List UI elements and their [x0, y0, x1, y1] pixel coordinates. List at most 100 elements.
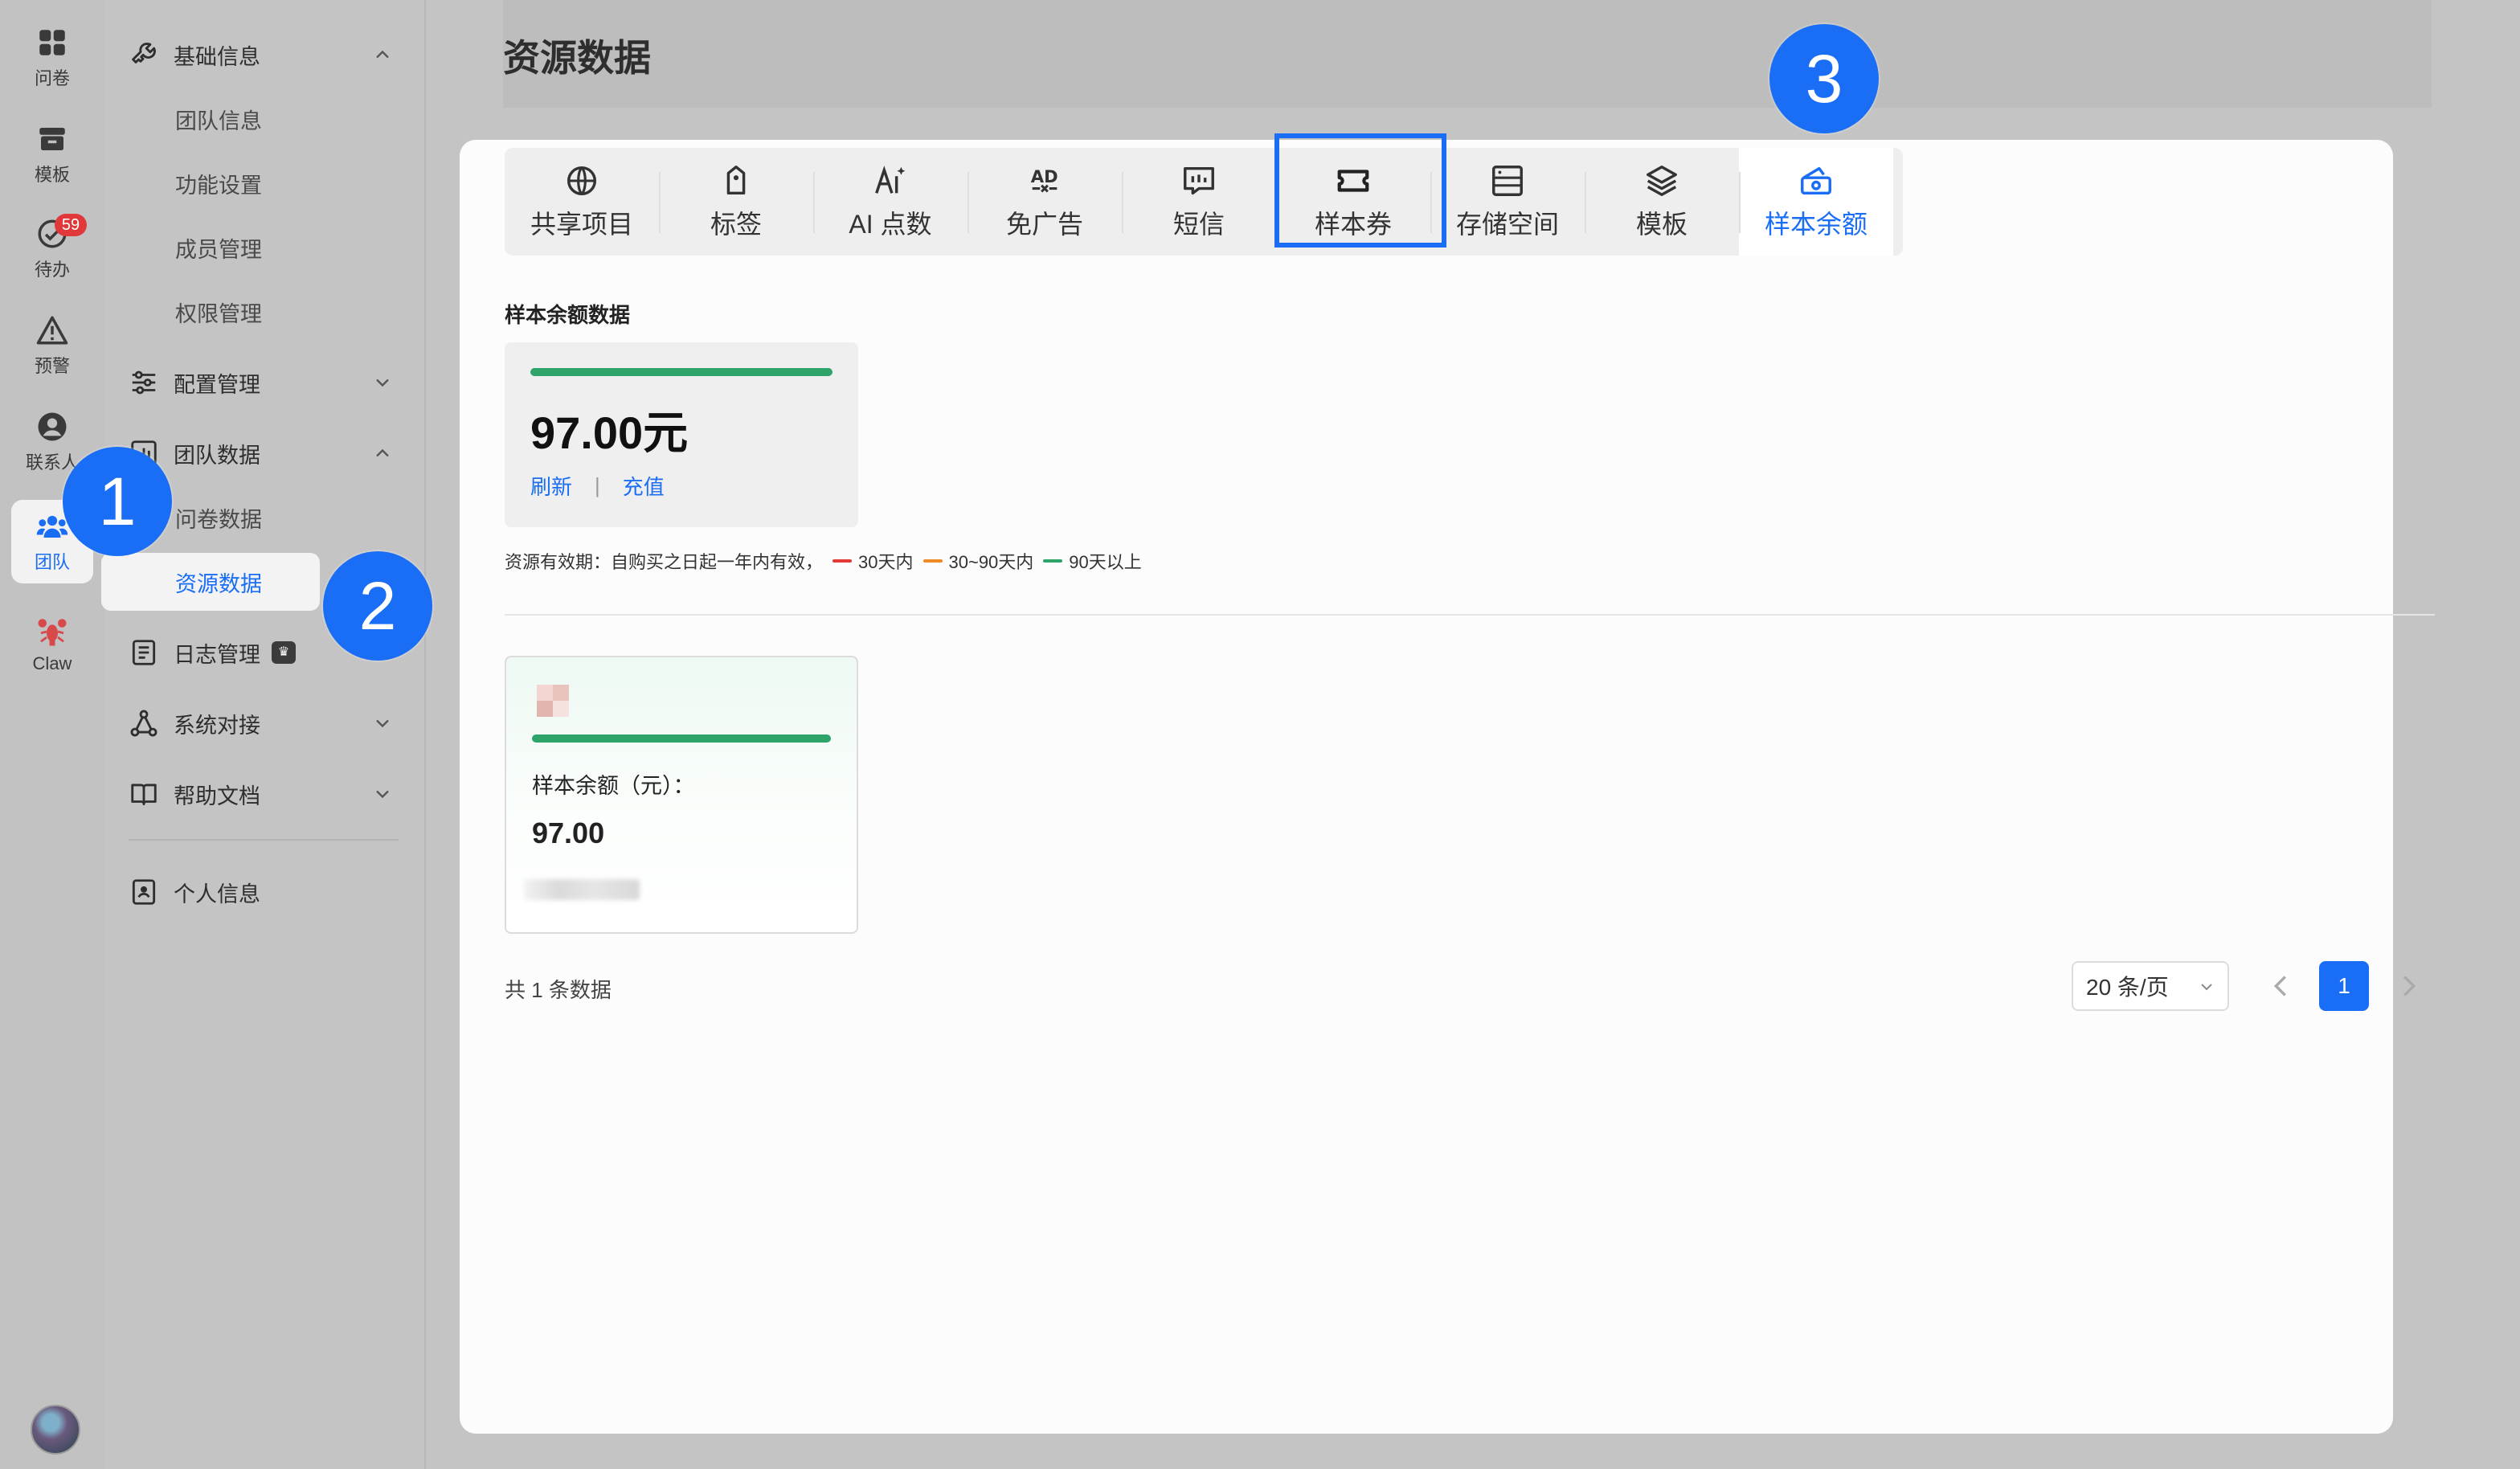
nav-group-help[interactable]: 帮助文档 [104, 770, 426, 818]
rail-label: 问卷 [34, 68, 70, 88]
nav-item-resource-data[interactable]: 资源数据 [101, 553, 320, 611]
page-size-value: 20 条/页 [2086, 975, 2169, 1000]
chevron-up-icon [376, 448, 389, 457]
nav-group-integration[interactable]: 系统对接 [104, 699, 426, 747]
tab-shared-projects[interactable]: 共享项目 [505, 148, 659, 256]
balance-item-card[interactable]: 样本余额（元）： 97.00 [505, 656, 858, 934]
recharge-link[interactable]: 充值 [623, 471, 665, 501]
chevron-up-icon [376, 50, 389, 59]
validity-note: 资源有效期：自购买之日起一年内有效， 30天内 30~90天内 90天以上 [505, 548, 1142, 574]
link-separator: | [595, 473, 600, 497]
ticket-icon [1337, 170, 1369, 192]
nav-item-label: 功能设置 [175, 173, 262, 198]
nav-group-label: 团队数据 [174, 443, 260, 468]
page-size-select[interactable]: 20 条/页 [2072, 961, 2229, 1011]
nav-group-label: 个人信息 [174, 882, 260, 906]
tab-label: 存储空间 [1455, 210, 1559, 239]
rail-item-todo[interactable]: 待办 59 [11, 207, 93, 291]
tab-ad-free[interactable]: AD 免广告 [968, 148, 1122, 256]
tab-templates[interactable]: 模板 [1585, 148, 1739, 256]
redacted-logo-icon [537, 685, 569, 717]
tag-icon [726, 166, 746, 195]
tab-ai-points[interactable]: AI 点数 [813, 148, 968, 256]
legend-item: 90天以上 [1043, 548, 1142, 574]
tab-label: 标签 [710, 210, 762, 239]
legend-swatch-green [1043, 559, 1063, 563]
step-marker-1: 1 [63, 447, 172, 556]
nav-group-label: 基础信息 [174, 44, 260, 69]
tab-label: 样本余额 [1764, 210, 1868, 239]
total-count: 共 1 条数据 [505, 978, 612, 1002]
book-icon [131, 784, 157, 806]
chevron-down-icon [376, 379, 389, 387]
legend-label: 90天以上 [1069, 552, 1142, 572]
rail-item-alert[interactable]: 预警 [11, 304, 93, 387]
nav-item-team-info[interactable]: 团队信息 [104, 95, 426, 143]
network-icon [130, 710, 158, 737]
sliders-icon [132, 370, 156, 395]
step-marker-2: 2 [323, 551, 432, 661]
page-number-current[interactable]: 1 [2319, 961, 2369, 1011]
contact-icon [38, 412, 67, 441]
globe-icon [567, 166, 597, 196]
no-ad-icon: AD [1031, 166, 1058, 193]
tab-label: AI 点数 [849, 210, 932, 239]
user-avatar[interactable] [31, 1405, 80, 1455]
log-icon [132, 640, 156, 665]
tab-sample-balance[interactable]: 样本余额 [1739, 148, 1893, 256]
nav-item-label: 团队信息 [175, 108, 262, 133]
rail-item-claw[interactable]: Claw [11, 603, 93, 686]
summary-actions: 刷新 | 充值 [530, 471, 665, 501]
tab-label: 免广告 [1005, 210, 1083, 239]
rail-label: 模板 [34, 165, 70, 185]
nav-group-profile[interactable]: 个人信息 [104, 868, 426, 916]
chevron-down-icon [376, 790, 389, 799]
lobster-icon [38, 619, 67, 646]
tab-tags[interactable]: 标签 [659, 148, 813, 256]
secondary-sidebar: 基础信息 团队信息 功能设置 成员管理 权限管理 配置管理 团队数据 问卷数据 … [101, 0, 426, 1469]
nav-item-feature-settings[interactable]: 功能设置 [104, 159, 426, 207]
tab-label: 短信 [1172, 210, 1225, 239]
title-bar [503, 0, 2432, 108]
svg-text:AD: AD [1031, 166, 1058, 186]
balance-summary-card: 97.00元 刷新 | 充值 [505, 342, 858, 527]
balance-amount: 97.00元 [530, 407, 689, 458]
validity-text: 资源有效期：自购买之日起一年内有效， [505, 552, 824, 572]
wrench-icon [132, 43, 156, 63]
nav-group-config[interactable]: 配置管理 [104, 358, 426, 407]
item-label: 样本余额（元）： [532, 774, 695, 798]
rail-item-survey[interactable]: 问卷 [11, 16, 93, 100]
sms-icon [1184, 166, 1214, 195]
rail-label: 联系人 [25, 452, 79, 473]
tab-sms[interactable]: 短信 [1122, 148, 1276, 256]
nav-group-label: 帮助文档 [174, 784, 260, 808]
step-marker-3: 3 [1769, 24, 1879, 133]
warning-icon [36, 316, 68, 345]
tab-label: 模板 [1635, 210, 1688, 239]
tab-sample-voucher[interactable]: 样本券 [1276, 148, 1430, 256]
rail-item-template[interactable]: 模板 [11, 113, 93, 196]
section-divider [505, 614, 2435, 616]
person-card-icon [132, 879, 156, 905]
legend-item: 30天内 [832, 548, 914, 574]
refresh-link[interactable]: 刷新 [530, 471, 572, 501]
vip-badge-icon: ♛ [272, 641, 296, 664]
nav-item-label: 成员管理 [175, 237, 262, 262]
legend-label: 30天内 [858, 552, 914, 572]
tab-storage[interactable]: 存储空间 [1430, 148, 1585, 256]
nav-group-basic-info[interactable]: 基础信息 [104, 31, 426, 79]
prev-page-icon[interactable] [2271, 971, 2290, 1001]
next-page-icon[interactable] [2399, 971, 2419, 1001]
nav-group-label: 日志管理 [174, 642, 260, 667]
page-title: 资源数据 [503, 37, 651, 79]
nav-group-label: 系统对接 [174, 713, 260, 738]
resource-tabs: 共享项目 标签 AI 点数 AD 免广告 短信 样本券 存储空间 模板 样本余额 [505, 148, 1903, 256]
nav-item-member-management[interactable]: 成员管理 [104, 223, 426, 272]
layers-icon [1647, 166, 1677, 196]
redacted-text [524, 879, 640, 900]
nav-item-permission-management[interactable]: 权限管理 [104, 288, 426, 336]
storage-icon [1492, 166, 1523, 196]
rail-label: 预警 [34, 356, 70, 376]
item-value: 97.00 [532, 816, 605, 849]
nav-item-label: 问卷数据 [175, 507, 262, 532]
